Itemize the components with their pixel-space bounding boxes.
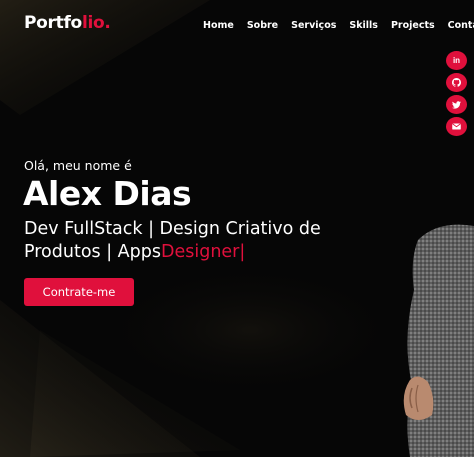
logo[interactable]: Portfolio.: [24, 13, 111, 33]
mail-icon: [452, 123, 461, 130]
typed-word: Designer: [160, 242, 240, 262]
hire-me-button[interactable]: Contrate-me: [24, 278, 134, 306]
hero-person-image: [403, 224, 474, 457]
logo-accent: lio.: [81, 13, 111, 33]
nav-sobre[interactable]: Sobre: [247, 20, 278, 31]
twitter-button[interactable]: [446, 95, 467, 114]
hero-name: Alex Dias: [23, 174, 192, 213]
nav-projects[interactable]: Projects: [391, 20, 435, 31]
linkedin-icon: in: [452, 55, 461, 65]
nav-servicos[interactable]: Serviços: [291, 20, 336, 31]
logo-text: Portfo: [24, 13, 82, 33]
nav-contato[interactable]: Contato: [448, 20, 474, 31]
linkedin-button[interactable]: in: [446, 51, 467, 70]
typing-cursor: |: [239, 242, 246, 262]
hero-role: Dev FullStack | Design Criativo de Produ…: [24, 218, 384, 264]
nav-skills[interactable]: Skills: [349, 20, 378, 31]
nav-home[interactable]: Home: [203, 20, 234, 31]
main-nav: Home Sobre Serviços Skills Projects Cont…: [203, 20, 474, 31]
github-button[interactable]: [446, 73, 467, 92]
social-links: in: [446, 51, 467, 136]
twitter-icon: [452, 100, 461, 109]
github-icon: [452, 78, 461, 87]
mail-button[interactable]: [446, 117, 467, 136]
hero-greeting: Olá, meu nome é: [24, 158, 132, 173]
